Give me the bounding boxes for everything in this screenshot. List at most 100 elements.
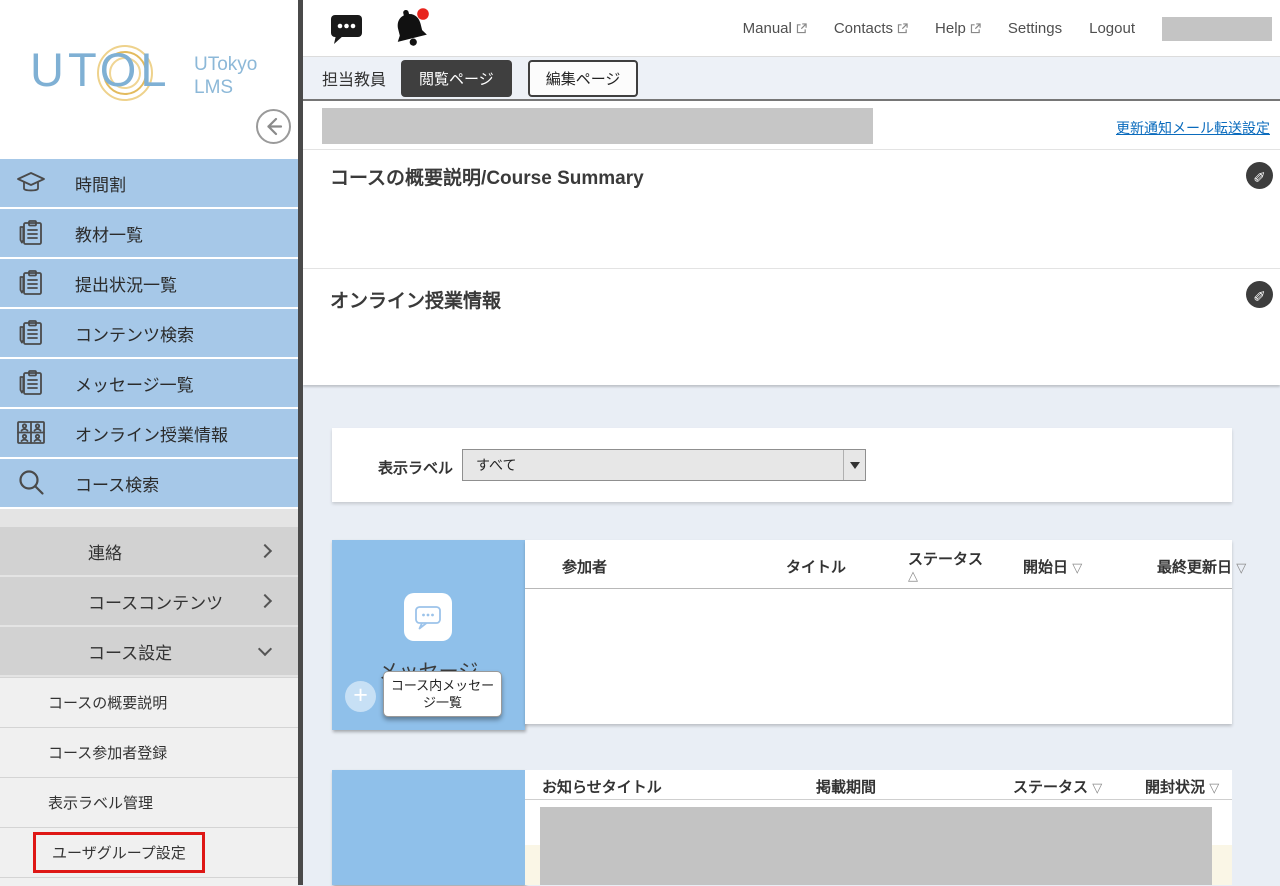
sidebar-item-materials[interactable]: 教材一覧 [0,209,298,257]
sort-down-icon[interactable]: ▽ [1209,780,1219,795]
col-start-date-sortable[interactable]: 開始日 ▽ [1023,556,1082,577]
chevron-right-icon [258,594,272,608]
announcement-table: お知らせタイトル 掲載期間 ステータス ▽ 開封状況 ▽ [525,770,1232,885]
sidebar-subitem-label: コースの概要説明 [48,692,167,713]
update-notification-mail-link[interactable]: 更新通知メール転送設定 [1116,118,1270,138]
sidebar-item-label: コース検索 [75,471,159,496]
col-label: ステータス [1013,779,1088,796]
sidebar-subitem-participants[interactable]: コース参加者登録 [0,727,298,777]
external-link-icon [897,23,908,34]
sidebar-item-course-search[interactable]: コース検索 [0,459,298,507]
sort-down-icon[interactable]: ▽ [1236,560,1246,575]
people-grid-icon [13,416,49,450]
col-status-sortable[interactable]: ステータス ▽ [1013,776,1102,797]
sidebar-lower-section: 連絡 コースコンテンツ コース設定 コースの概要説明 コース参加者登録 表示ラベ… [0,509,298,885]
sidebar-item-label: メッセージ一覧 [75,371,194,396]
pencil-icon: ✎ [1253,167,1266,185]
tab-view-page[interactable]: 閲覧ページ [401,60,512,97]
logo-subtitle-line1: UTokyo [194,53,257,76]
col-label: ステータス [908,551,983,568]
sort-up-icon[interactable]: △ [908,569,983,582]
sidebar-item-online-class[interactable]: オンライン授業情報 [0,409,298,457]
page-tabbar: 担当教員 閲覧ページ 編集ページ [303,57,1280,101]
highlight-box[interactable]: ユーザグループ設定 [33,832,205,873]
logout-link[interactable]: Logout [1089,20,1135,37]
col-status-sortable[interactable]: ステータス △ [908,548,983,582]
settings-link[interactable]: Settings [1008,20,1062,37]
message-table: 参加者 タイトル ステータス △ 開始日 ▽ 最終更新日 ▽ [525,540,1232,724]
utol-logo: UTOL [30,42,171,97]
announcement-table-header-row: お知らせタイトル 掲載期間 ステータス ▽ 開封状況 ▽ [525,770,1232,800]
sort-down-icon[interactable]: ▽ [1092,780,1102,795]
col-label: 最終更新日 [1157,559,1232,576]
col-label: お知らせタイトル [542,779,662,796]
sidebar-item-label: コースコンテンツ [88,589,223,614]
manual-link[interactable]: Manual [743,20,807,37]
external-link-icon [970,23,981,34]
sidebar-item-label: 提出状況一覧 [75,271,177,296]
contacts-link[interactable]: Contacts [834,20,908,37]
sidebar-subitem-label: コース参加者登録 [48,742,167,763]
logo-subtitle-line2: LMS [194,76,257,99]
sidebar-item-label: 連絡 [88,539,122,564]
announcement-section: お知らせタイトル 掲載期間 ステータス ▽ 開封状況 ▽ [332,770,1232,885]
dropdown-arrow-icon[interactable] [843,450,865,480]
message-panel[interactable]: メッセージ + コース内メッセー ジ一覧 [332,540,525,730]
sidebar-collapse-button[interactable] [255,108,292,145]
sidebar-item-label: 教材一覧 [75,221,143,246]
contacts-link-label: Contacts [834,20,893,37]
edit-online-class-info-button[interactable]: ✎ [1246,281,1273,308]
add-message-button[interactable]: + [345,681,376,712]
logo-subtitle: UTokyo LMS [194,53,257,99]
external-link-icon [796,23,807,34]
sidebar-item-message-list[interactable]: メッセージ一覧 [0,359,298,407]
select-value: すべて [476,450,516,480]
col-announce-title: お知らせタイトル [542,776,662,797]
sidebar-item-submissions[interactable]: 提出状況一覧 [0,259,298,307]
filter-label: 表示ラベル [378,457,453,478]
notification-bell-icon[interactable] [391,7,431,56]
sidebar-subitem-label: 表示ラベル管理 [48,792,153,813]
sidebar-menu: 時間割 教材一覧 提出状況一覧 [0,159,298,509]
sidebar-item-course-settings[interactable]: コース設定 [0,627,298,675]
course-message-list-tooltip[interactable]: コース内メッセー ジ一覧 [383,671,502,717]
sidebar-item-timetable[interactable]: 時間割 [0,159,298,207]
sidebar-item-label: 時間割 [75,171,126,196]
sidebar-divider [298,0,303,885]
course-settings-submenu: コースの概要説明 コース参加者登録 表示ラベル管理 ユーザグループ設定 [0,677,298,886]
clipboard-icon [13,216,49,250]
sort-down-icon[interactable]: ▽ [1072,560,1082,575]
sidebar-subitem-user-groups[interactable]: ユーザグループ設定 [0,827,298,877]
sidebar-item-content-search[interactable]: コンテンツ検索 [0,309,298,357]
sidebar-item-label: コンテンツ検索 [75,321,194,346]
col-last-updated-sortable[interactable]: 最終更新日 ▽ [1157,556,1246,577]
course-header-card: 更新通知メール転送設定 コースの概要説明/Course Summary ✎ オン… [303,101,1280,385]
announcement-panel[interactable] [332,770,525,885]
col-label: 掲載期間 [816,779,876,796]
col-label: タイトル [786,559,846,576]
col-label: 開封状況 [1145,779,1205,796]
notification-badge [417,8,429,20]
col-posting-period: 掲載期間 [816,776,876,797]
col-open-status-sortable[interactable]: 開封状況 ▽ [1145,776,1219,797]
announcement-content-redacted [540,807,1212,885]
display-label-select[interactable]: すべて [462,449,866,481]
message-table-header-row: 参加者 タイトル ステータス △ 開始日 ▽ 最終更新日 ▽ [525,540,1232,589]
col-label: 開始日 [1023,559,1068,576]
role-label: 担当教員 [322,66,386,90]
edit-course-summary-button[interactable]: ✎ [1246,162,1273,189]
sidebar-subitem-course-summary[interactable]: コースの概要説明 [0,677,298,727]
user-name-redacted [1162,17,1272,41]
col-title: タイトル [786,556,846,577]
sidebar-item-contact[interactable]: 連絡 [0,527,298,575]
sidebar-item-course-contents[interactable]: コースコンテンツ [0,577,298,625]
tab-edit-page[interactable]: 編集ページ [528,60,639,97]
sidebar-subitem-display-labels[interactable]: 表示ラベル管理 [0,777,298,827]
graduation-cap-icon [13,166,49,200]
course-summary-heading: コースの概要説明/Course Summary [330,163,644,190]
clipboard-icon [13,366,49,400]
chat-icon[interactable] [330,13,364,51]
chevron-down-icon [258,642,272,656]
help-link[interactable]: Help [935,20,981,37]
magnifier-icon [13,466,49,500]
